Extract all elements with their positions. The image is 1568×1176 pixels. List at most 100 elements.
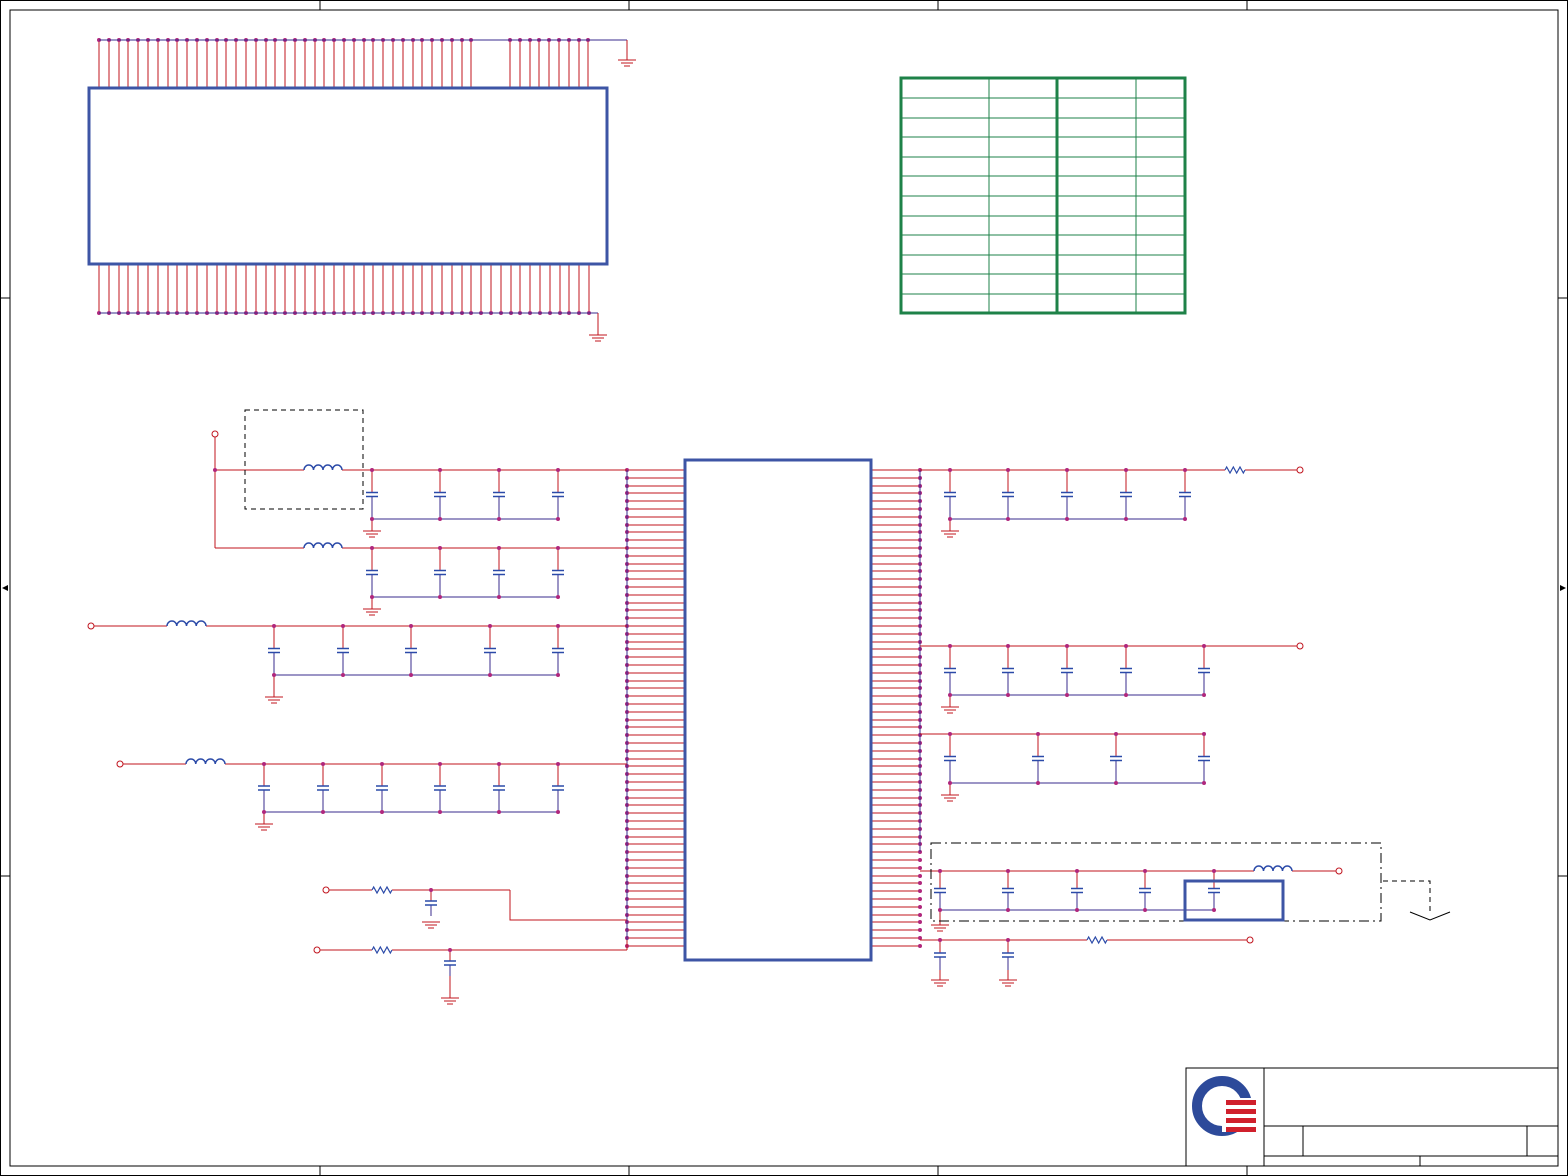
junction [380,810,384,814]
junction [918,905,922,909]
company-logo-icon [1192,1076,1258,1136]
junction [321,810,325,814]
junction [948,517,952,521]
junction [497,517,501,521]
junction [556,517,560,521]
net-port-icon [1335,867,1343,875]
ground-icon [999,979,1017,987]
capacitor-icon [434,470,446,519]
sheet-arrow-marks [2,585,1566,591]
net-ports [87,430,1343,954]
capacitor-icon [1139,871,1151,910]
junction [380,762,384,766]
ground-icon [441,997,459,1005]
capacitor-icon [552,764,564,812]
junction [438,762,442,766]
net-port-icon [87,622,95,630]
junction [262,762,266,766]
junction [272,673,276,677]
wire [509,890,627,921]
resistor-icon [1086,935,1108,945]
junction [556,810,560,814]
junction [1006,644,1010,648]
capacitor-icon [1032,734,1044,783]
sheet-frame [0,0,1568,1176]
junction [341,673,345,677]
connector-ic-symbol [87,86,609,266]
junction [262,810,266,814]
junction [1114,732,1118,736]
junction [1124,644,1128,648]
junction [429,888,433,892]
pin-table [899,76,1187,315]
junction [938,869,942,873]
capacitor-icon [1002,470,1014,519]
capacitor-icon [434,764,446,812]
junction [948,644,952,648]
capacitor-icon [1061,470,1073,519]
junction [1006,693,1010,697]
junction [497,810,501,814]
junction [438,468,442,472]
ground-icon [941,794,959,802]
dashed-arrow [1383,880,1451,921]
capacitor-icon [268,626,280,675]
capacitor-icon [493,470,505,519]
ground-icon [363,608,381,616]
junction [1124,693,1128,697]
inductor-icon [303,464,343,471]
junction [438,595,442,599]
junction [1006,517,1010,521]
capacitor-icon [934,940,946,970]
ground-icon [255,823,273,831]
junction [438,517,442,521]
junction [1114,781,1118,785]
capacitor-icon [337,626,349,675]
capacitor-icon [944,646,956,695]
capacitor-icon [1110,734,1122,783]
junction [370,517,374,521]
ground-icon [941,706,959,714]
junction [497,595,501,599]
capacitor-icon [552,548,564,597]
dashed-region-left [244,409,364,510]
connector-pins-bottom [97,264,599,335]
junction [1036,732,1040,736]
junction [370,595,374,599]
junction [1006,869,1010,873]
junction [1065,644,1069,648]
schematic-sheet [0,0,1568,1176]
resistor-icon [1224,465,1246,475]
junction [918,881,922,885]
capacitor-icon [1120,470,1132,519]
junction [497,468,501,472]
junction [1006,908,1010,912]
capacitor-icon [1179,470,1191,519]
capacitor-icon [434,548,446,597]
junction [556,762,560,766]
capacitor-icon [1002,646,1014,695]
junction [918,897,922,901]
junction [272,624,276,628]
capacitor-icon [376,764,388,812]
junction [488,624,492,628]
ground-icon [618,59,636,67]
junction [321,762,325,766]
junction [448,948,452,952]
capacitor-icon [425,890,437,916]
junction [213,468,217,472]
highlight-box [1183,879,1285,922]
dashed-region-right [930,842,1382,922]
capacitor-icon [444,950,456,976]
junction [556,673,560,677]
capacitor-icon [934,871,946,910]
junction [948,468,952,472]
junction [948,693,952,697]
wires [94,437,1336,998]
junction [1124,468,1128,472]
capacitor-icon [258,764,270,812]
junction [918,858,922,862]
capacitor-icon [944,734,956,783]
net-port-icon [116,760,124,768]
junction [341,624,345,628]
